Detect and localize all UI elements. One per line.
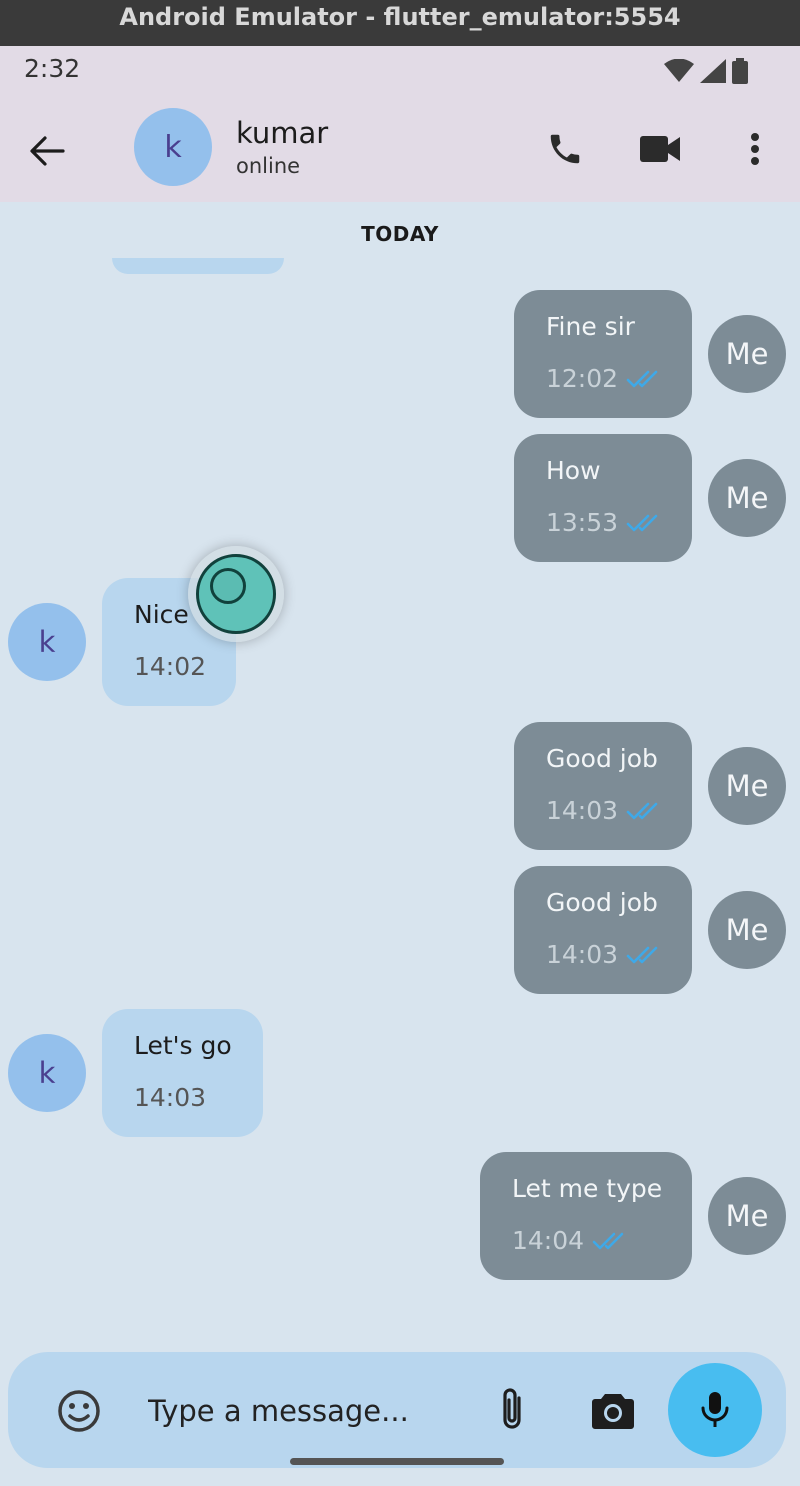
message-time: 12:02 [546, 364, 619, 393]
message-text: Fine sir [546, 312, 635, 341]
message-meta: 14:04 [512, 1226, 628, 1255]
message-time: 13:53 [546, 508, 619, 537]
emoji-icon[interactable] [56, 1388, 102, 1434]
my-avatar: Me [708, 459, 786, 537]
message-time: 14:02 [134, 652, 207, 681]
attach-button[interactable] [488, 1384, 536, 1436]
status-bar: 2:32 [0, 46, 800, 96]
contact-avatar[interactable]: k [134, 108, 212, 186]
voice-call-button[interactable] [540, 124, 590, 174]
double-check-icon [626, 946, 658, 963]
phone-icon [550, 134, 580, 164]
back-arrow-icon [30, 136, 65, 166]
double-check-icon [592, 1232, 624, 1249]
message-meta: 14:02 [134, 652, 206, 681]
my-avatar: Me [708, 315, 786, 393]
back-button[interactable] [22, 126, 72, 176]
more-options-button[interactable] [730, 124, 780, 174]
my-avatar: Me [708, 891, 786, 969]
message-meta: 12:02 [546, 364, 662, 393]
status-icons [664, 58, 748, 84]
double-check-icon [626, 514, 658, 531]
date-separator: TODAY [361, 222, 439, 246]
message-time: 14:04 [512, 1226, 585, 1255]
touch-indicator [188, 546, 284, 642]
emulator-title: Android Emulator - flutter_emulator:5554 [119, 3, 681, 31]
video-call-button[interactable] [635, 124, 685, 174]
outgoing-message-bubble[interactable]: Let me type 14:04 [480, 1152, 692, 1280]
cell-signal-icon [700, 59, 726, 83]
contact-message-avatar: k [8, 1034, 86, 1112]
outgoing-message-bubble[interactable]: Good job 14:03 [514, 722, 692, 850]
more-vert-icon [751, 133, 759, 165]
message-meta: 14:03 [546, 796, 662, 825]
home-indicator[interactable] [290, 1458, 504, 1465]
my-avatar: Me [708, 747, 786, 825]
phone-screen: 2:32 k kumar online TODAY Fine sir 12:02… [0, 46, 800, 1486]
message-meta: 14:03 [546, 940, 662, 969]
message-time: 14:03 [546, 940, 619, 969]
message-text: How [546, 456, 601, 485]
double-check-icon [626, 370, 658, 387]
message-text: Let's go [134, 1031, 232, 1060]
mic-icon [701, 1392, 729, 1427]
contact-message-avatar: k [8, 603, 86, 681]
double-check-icon [626, 802, 658, 819]
battery-icon [732, 58, 748, 84]
touch-core [210, 568, 246, 604]
incoming-message-bubble[interactable]: Let's go 14:03 [102, 1009, 263, 1137]
wifi-icon [664, 59, 694, 82]
outgoing-message-bubble[interactable]: Fine sir 12:02 [514, 290, 692, 418]
status-time: 2:32 [24, 54, 81, 83]
message-text: Good job [546, 888, 658, 917]
message-meta: 13:53 [546, 508, 662, 537]
outgoing-message-bubble[interactable]: Good job 14:03 [514, 866, 692, 994]
message-time: 14:03 [134, 1083, 207, 1112]
my-avatar: Me [708, 1177, 786, 1255]
message-meta: 14:03 [134, 1083, 206, 1112]
message-composer [8, 1352, 786, 1468]
contact-avatar-initial: k [164, 129, 182, 165]
camera-icon [592, 1394, 634, 1429]
attach-icon [503, 1388, 521, 1429]
message-input[interactable] [148, 1386, 478, 1436]
partial-message-bubble [112, 258, 284, 274]
outgoing-message-bubble[interactable]: How 13:53 [514, 434, 692, 562]
message-time: 14:03 [546, 796, 619, 825]
chat-app-bar: k kumar online [0, 96, 800, 202]
contact-status: online [236, 154, 301, 178]
message-text: Good job [546, 744, 658, 773]
video-icon [640, 136, 680, 162]
message-text: Let me type [512, 1174, 663, 1203]
emulator-title-bar: Android Emulator - flutter_emulator:5554 [0, 0, 800, 46]
contact-name[interactable]: kumar [236, 116, 328, 150]
camera-button[interactable] [588, 1388, 638, 1434]
mic-button[interactable] [668, 1363, 762, 1457]
